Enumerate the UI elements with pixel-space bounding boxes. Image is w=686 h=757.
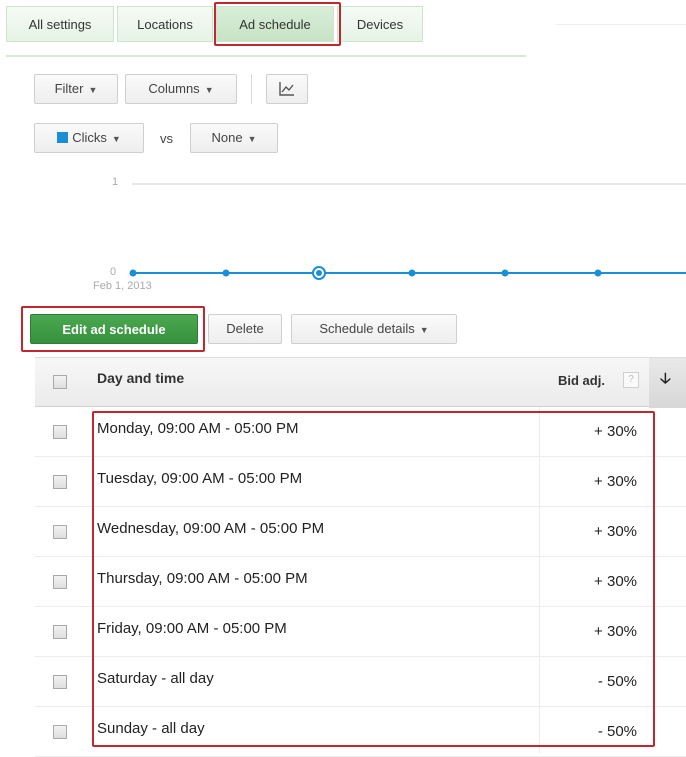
columns-label: Columns: [148, 81, 200, 96]
row-checkbox[interactable]: [53, 625, 67, 639]
chevron-down-icon: ▼: [419, 325, 429, 335]
tab-all-settings[interactable]: All settings: [6, 6, 114, 42]
chart-plot: [129, 183, 686, 280]
header-day-and-time[interactable]: Day and time: [97, 370, 184, 386]
select-all-checkbox[interactable]: [53, 375, 67, 389]
row-checkbox[interactable]: [53, 525, 67, 539]
divider-line: [556, 24, 686, 25]
chevron-down-icon: ▼: [111, 134, 121, 144]
chevron-down-icon: ▼: [204, 85, 214, 95]
vs-label: vs: [160, 131, 173, 146]
data-point: [222, 269, 230, 277]
data-point: [129, 269, 137, 277]
sort-down-arrow-icon: 🡣: [660, 370, 671, 387]
data-point: [594, 269, 602, 277]
help-icon[interactable]: ?: [623, 372, 639, 388]
schedule-details-button[interactable]: Schedule details ▼: [291, 314, 457, 344]
row-checkbox[interactable]: [53, 475, 67, 489]
highlight-schedule-rows: [92, 411, 655, 747]
tab-devices[interactable]: Devices: [337, 6, 423, 42]
highlight-ad-schedule-tab: [214, 2, 341, 46]
chevron-down-icon: ▼: [247, 134, 257, 144]
data-point: [316, 270, 322, 276]
secondary-metric-label: None: [211, 130, 243, 145]
toolbar-separator: [251, 74, 252, 104]
primary-metric-dropdown[interactable]: Clicks ▼: [34, 123, 144, 153]
row-checkbox[interactable]: [53, 675, 67, 689]
performance-chart: 1 0 Feb 1, 2013: [0, 170, 686, 300]
data-point: [501, 269, 509, 277]
filter-button[interactable]: Filter ▼: [34, 74, 118, 104]
delete-button[interactable]: Delete: [208, 314, 282, 344]
data-point: [408, 269, 416, 277]
header-bid-adj[interactable]: Bid adj.: [558, 373, 605, 388]
secondary-metric-dropdown[interactable]: None ▼: [190, 123, 278, 153]
table-header: Day and time Bid adj. ? 🡣: [35, 357, 686, 408]
tab-locations[interactable]: Locations: [117, 6, 213, 42]
filter-label: Filter: [54, 81, 84, 96]
row-checkbox[interactable]: [53, 725, 67, 739]
row-checkbox[interactable]: [53, 425, 67, 439]
columns-button[interactable]: Columns ▼: [125, 74, 237, 104]
schedule-details-label: Schedule details: [319, 321, 415, 336]
primary-metric-label: Clicks: [72, 130, 107, 145]
settings-tabbar: All settings Locations Ad schedule Devic…: [0, 0, 686, 57]
metric-color-swatch: [57, 132, 69, 143]
row-checkbox[interactable]: [53, 575, 67, 589]
tab-underline: [6, 55, 526, 57]
sort-column[interactable]: 🡣: [649, 358, 686, 408]
highlight-edit-button: [21, 306, 205, 352]
line-chart-icon: [279, 82, 294, 96]
line-chart-button[interactable]: [266, 74, 308, 104]
chevron-down-icon: ▼: [88, 85, 98, 95]
